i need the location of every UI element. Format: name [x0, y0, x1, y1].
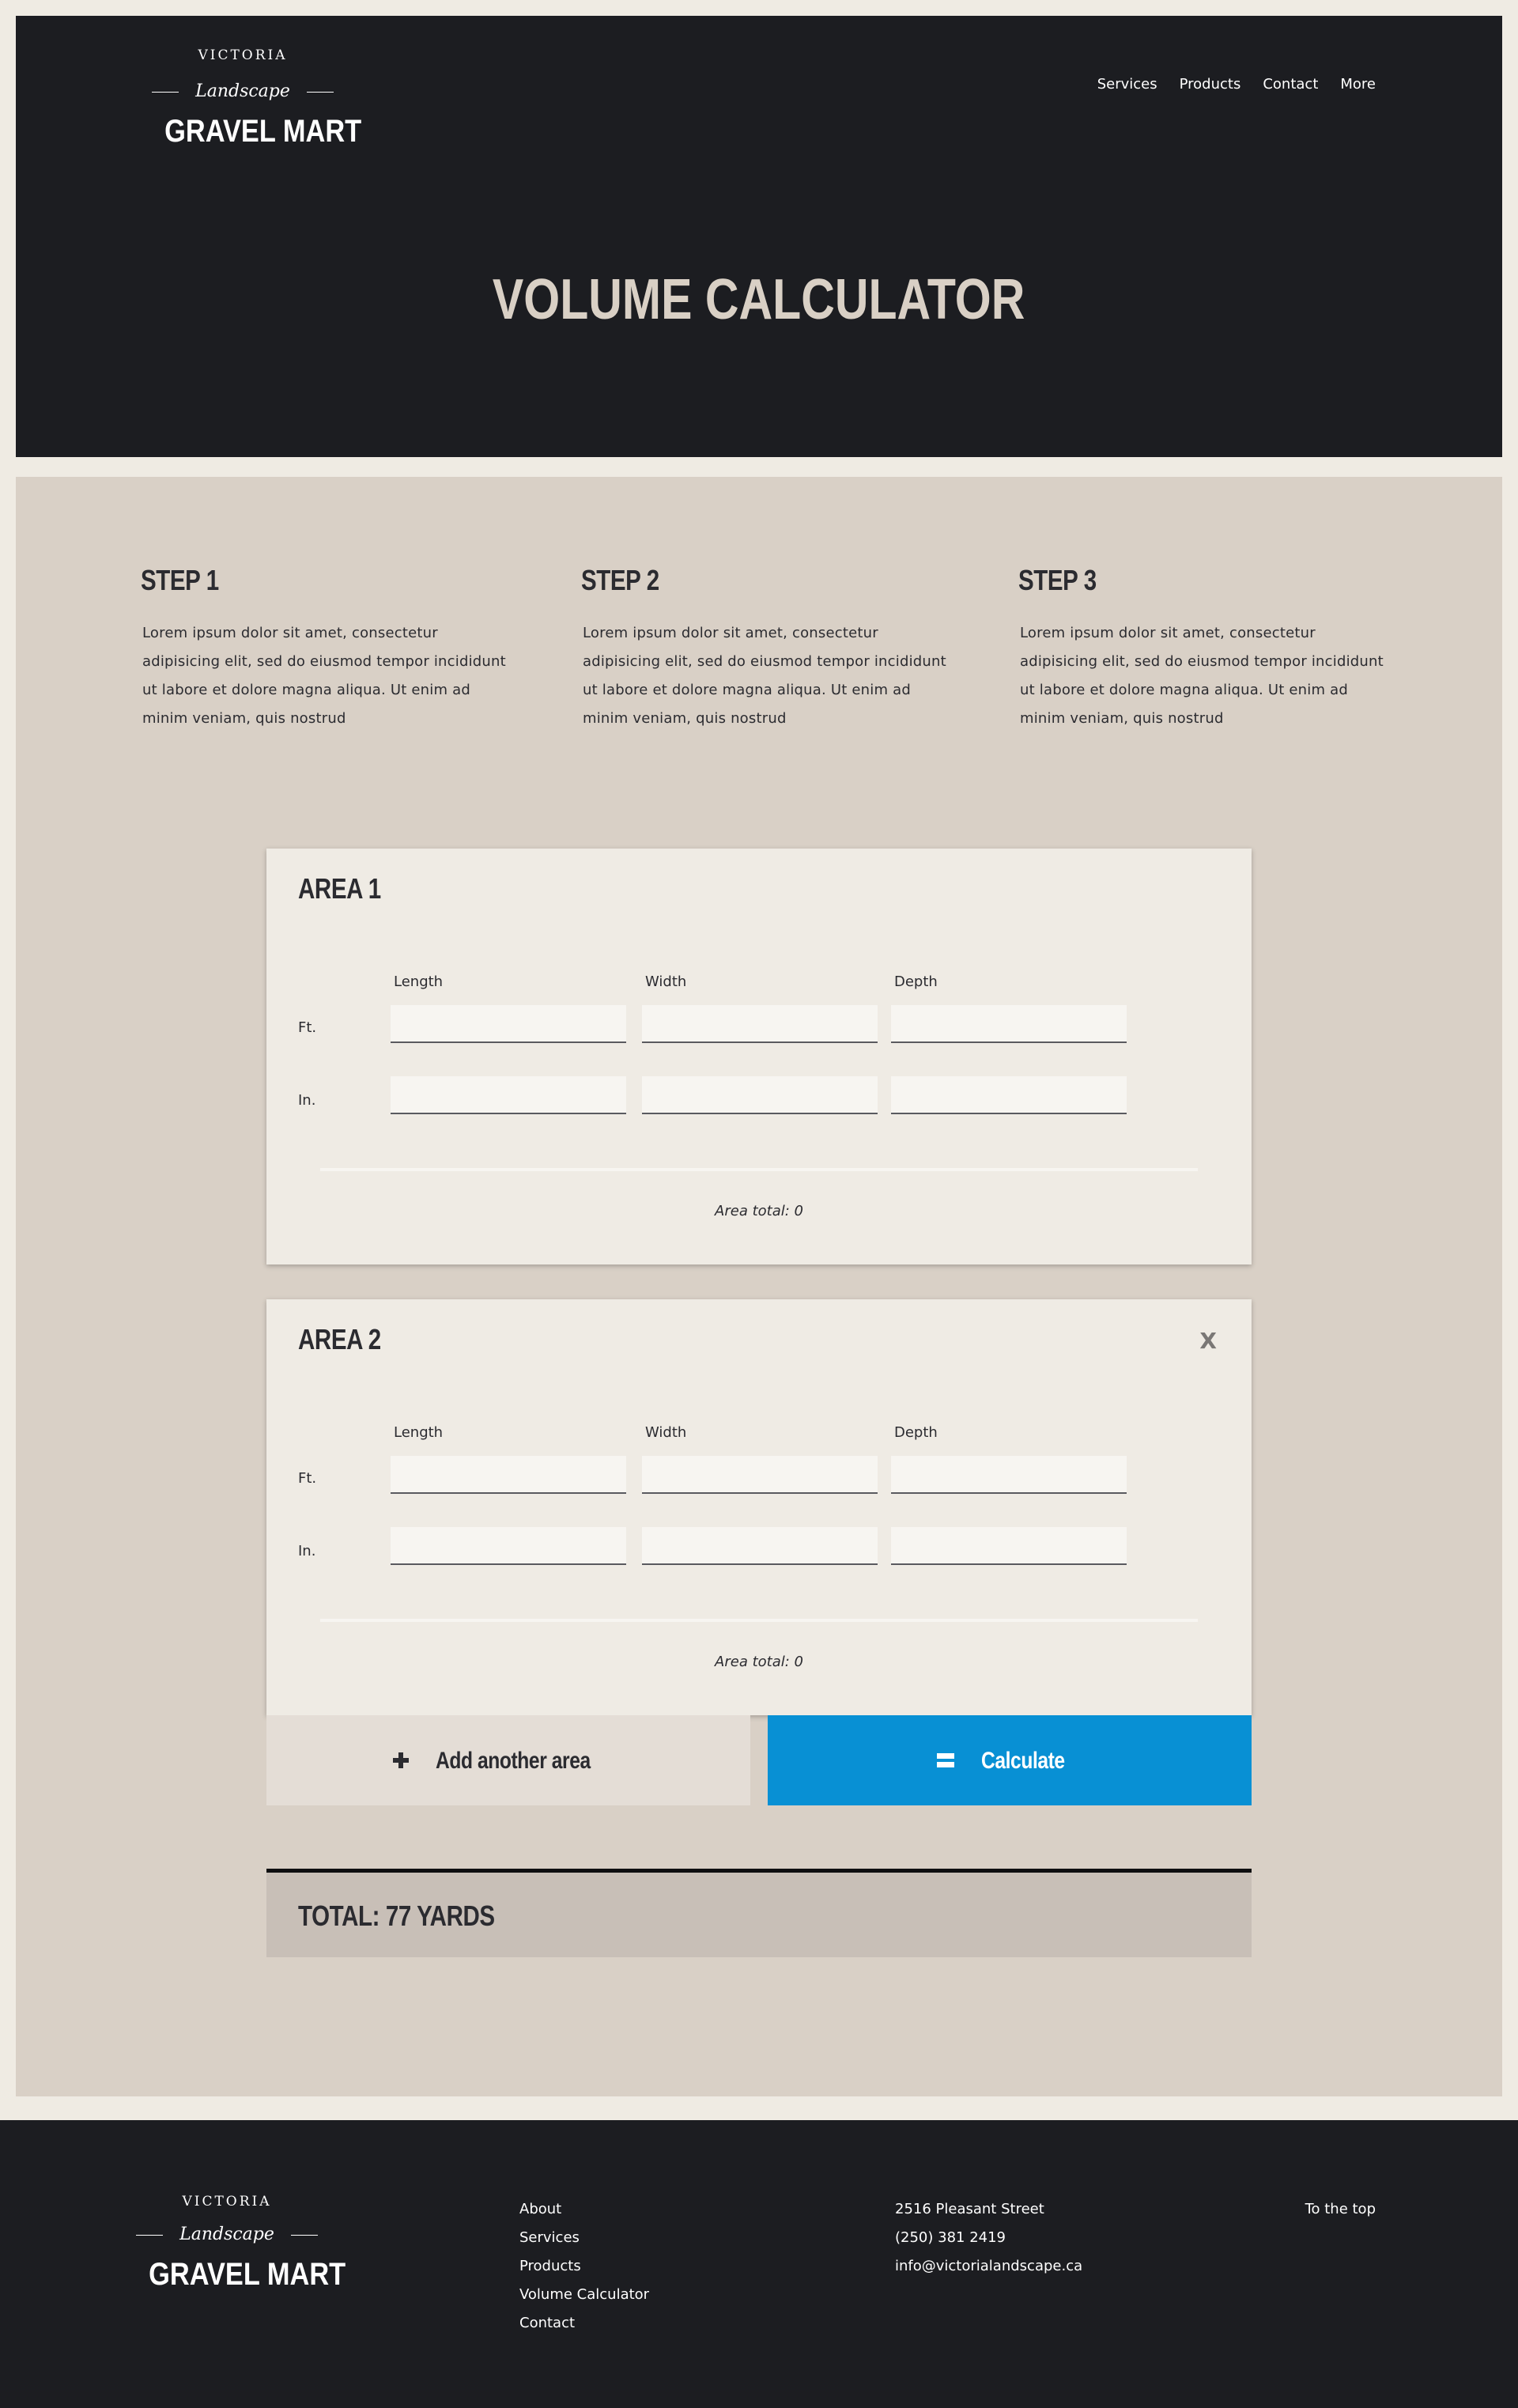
step-text: Lorem ipsum dolor sit amet, consectetur …	[583, 625, 946, 727]
nav-products[interactable]: Products	[1180, 76, 1241, 93]
area-card-2: AREA 2 X Length Width Depth Ft. In. Area…	[266, 1299, 1252, 1715]
total-box: TOTAL: 77 YARDS	[266, 1869, 1252, 1957]
footer-links: About Services Products Volume Calculato…	[519, 2195, 649, 2338]
width-label: Width	[645, 1424, 687, 1441]
area2-depth-in-input[interactable]	[891, 1527, 1127, 1565]
calculate-label: Calculate	[980, 1747, 1065, 1774]
area1-depth-ft-input[interactable]	[891, 1005, 1127, 1043]
footer-link-services[interactable]: Services	[519, 2224, 649, 2252]
step-3: STEP 3 Lorem ipsum dolor sit amet, conse…	[1018, 564, 1390, 733]
step-2: STEP 2 Lorem ipsum dolor sit amet, conse…	[581, 564, 953, 733]
divider	[320, 1619, 1198, 1622]
equals-icon	[936, 1753, 954, 1767]
area2-depth-ft-input[interactable]	[891, 1456, 1127, 1494]
area-title: AREA 1	[298, 872, 381, 905]
site-logo[interactable]: VICTORIA Landscape GRAVEL MART	[152, 30, 362, 149]
to-top-link[interactable]: To the top	[1305, 2195, 1376, 2224]
area-total: Area total: 0	[715, 1654, 803, 1670]
logo-script: Landscape	[195, 81, 290, 101]
total-yards: TOTAL: 77 YARDS	[298, 1900, 495, 1932]
area1-length-ft-input[interactable]	[391, 1005, 626, 1043]
step-text: Lorem ipsum dolor sit amet, consectetur …	[142, 625, 506, 727]
logo-brand-name: GRAVEL MART	[149, 2257, 346, 2292]
remove-area-button[interactable]: X	[1199, 1328, 1217, 1354]
area-card-1: AREA 1 Length Width Depth Ft. In. Area t…	[266, 849, 1252, 1264]
add-area-label: Add another area	[435, 1747, 591, 1774]
depth-label: Depth	[894, 1424, 938, 1441]
footer-address: 2516 Pleasant Street	[895, 2201, 1044, 2217]
footer-phone[interactable]: (250) 381 2419	[895, 2224, 1082, 2252]
footer-link-about[interactable]: About	[519, 2195, 649, 2224]
area2-length-ft-input[interactable]	[391, 1456, 626, 1494]
divider	[320, 1168, 1198, 1171]
site-footer: VICTORIA Landscape GRAVEL MART About Ser…	[0, 2120, 1518, 2408]
area1-length-in-input[interactable]	[391, 1076, 626, 1114]
hero-header: VICTORIA Landscape GRAVEL MART Services …	[16, 16, 1502, 457]
calculator-section: STEP 1 Lorem ipsum dolor sit amet, conse…	[16, 477, 1502, 2096]
logo-victoria: VICTORIA	[198, 47, 288, 63]
inches-label: In.	[298, 1543, 316, 1559]
step-title: STEP 2	[581, 564, 659, 596]
area2-width-ft-input[interactable]	[642, 1456, 878, 1494]
feet-label: Ft.	[298, 1019, 317, 1036]
area-title: AREA 2	[298, 1323, 381, 1355]
step-text: Lorem ipsum dolor sit amet, consectetur …	[1020, 625, 1384, 727]
footer-contact: 2516 Pleasant Street (250) 381 2419 info…	[895, 2195, 1082, 2281]
logo-script: Landscape	[179, 2225, 274, 2244]
step-title: STEP 1	[141, 564, 219, 596]
page-title: VOLUME CALCULATOR	[493, 268, 1025, 331]
length-label: Length	[394, 973, 444, 990]
logo-victoria: VICTORIA	[182, 2194, 272, 2210]
step-1: STEP 1 Lorem ipsum dolor sit amet, conse…	[141, 564, 512, 733]
footer-logo[interactable]: VICTORIA Landscape GRAVEL MART	[136, 2194, 346, 2312]
step-title: STEP 3	[1018, 564, 1097, 596]
area1-width-in-input[interactable]	[642, 1076, 878, 1114]
nav-contact[interactable]: Contact	[1263, 76, 1318, 93]
nav-more[interactable]: More	[1340, 76, 1376, 93]
depth-label: Depth	[894, 973, 938, 990]
length-label: Length	[394, 1424, 444, 1441]
inches-label: In.	[298, 1092, 316, 1109]
feet-label: Ft.	[298, 1470, 317, 1487]
logo-brand-name: GRAVEL MART	[164, 114, 362, 149]
footer-link-contact[interactable]: Contact	[519, 2309, 649, 2338]
plus-icon	[392, 1752, 409, 1768]
area1-depth-in-input[interactable]	[891, 1076, 1127, 1114]
area-total: Area total: 0	[715, 1203, 803, 1219]
add-area-button[interactable]: Add another area	[266, 1715, 750, 1805]
footer-email[interactable]: info@victorialandscape.ca	[895, 2252, 1082, 2281]
main-nav: Services Products Contact More	[1097, 76, 1376, 93]
area2-width-in-input[interactable]	[642, 1527, 878, 1565]
area1-width-ft-input[interactable]	[642, 1005, 878, 1043]
area2-length-in-input[interactable]	[391, 1527, 626, 1565]
footer-link-products[interactable]: Products	[519, 2252, 649, 2281]
width-label: Width	[645, 973, 687, 990]
footer-link-volume-calculator[interactable]: Volume Calculator	[519, 2281, 649, 2309]
nav-services[interactable]: Services	[1097, 76, 1157, 93]
calculate-button[interactable]: Calculate	[768, 1715, 1252, 1805]
